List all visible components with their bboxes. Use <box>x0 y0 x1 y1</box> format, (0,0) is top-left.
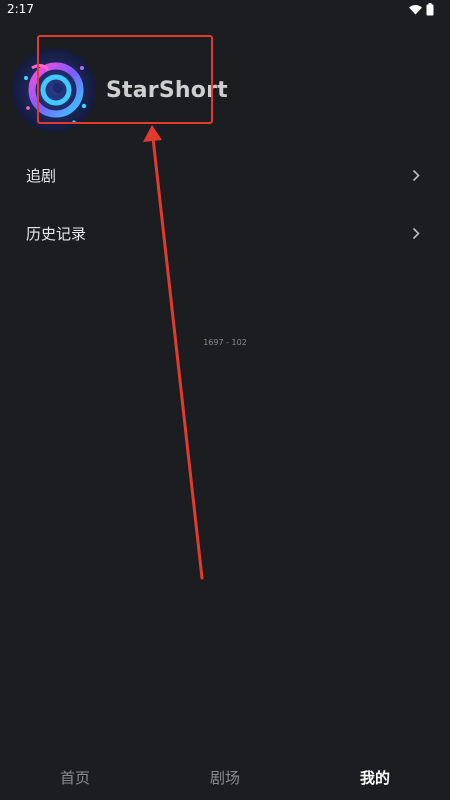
tab-theater[interactable]: 剧场 <box>150 767 300 788</box>
watermark: 1697 - 102 <box>203 338 247 347</box>
bottom-nav: 首页 剧场 我的 <box>0 754 450 800</box>
menu-item-history[interactable]: 历史记录 <box>0 213 450 253</box>
menu-item-label: 历史记录 <box>26 224 87 243</box>
status-bar: 2:17 <box>0 0 450 20</box>
chevron-right-icon <box>412 169 420 181</box>
menu-item-follow[interactable]: 追剧 <box>0 155 450 195</box>
chevron-right-icon <box>412 227 420 239</box>
wifi-icon <box>409 5 422 15</box>
tab-mine[interactable]: 我的 <box>300 767 450 788</box>
menu-item-label: 追剧 <box>26 166 57 185</box>
tab-home[interactable]: 首页 <box>0 767 150 788</box>
status-time: 2:17 <box>7 2 34 16</box>
highlight-box <box>37 35 213 124</box>
status-icons <box>409 3 434 16</box>
battery-icon <box>426 3 434 16</box>
